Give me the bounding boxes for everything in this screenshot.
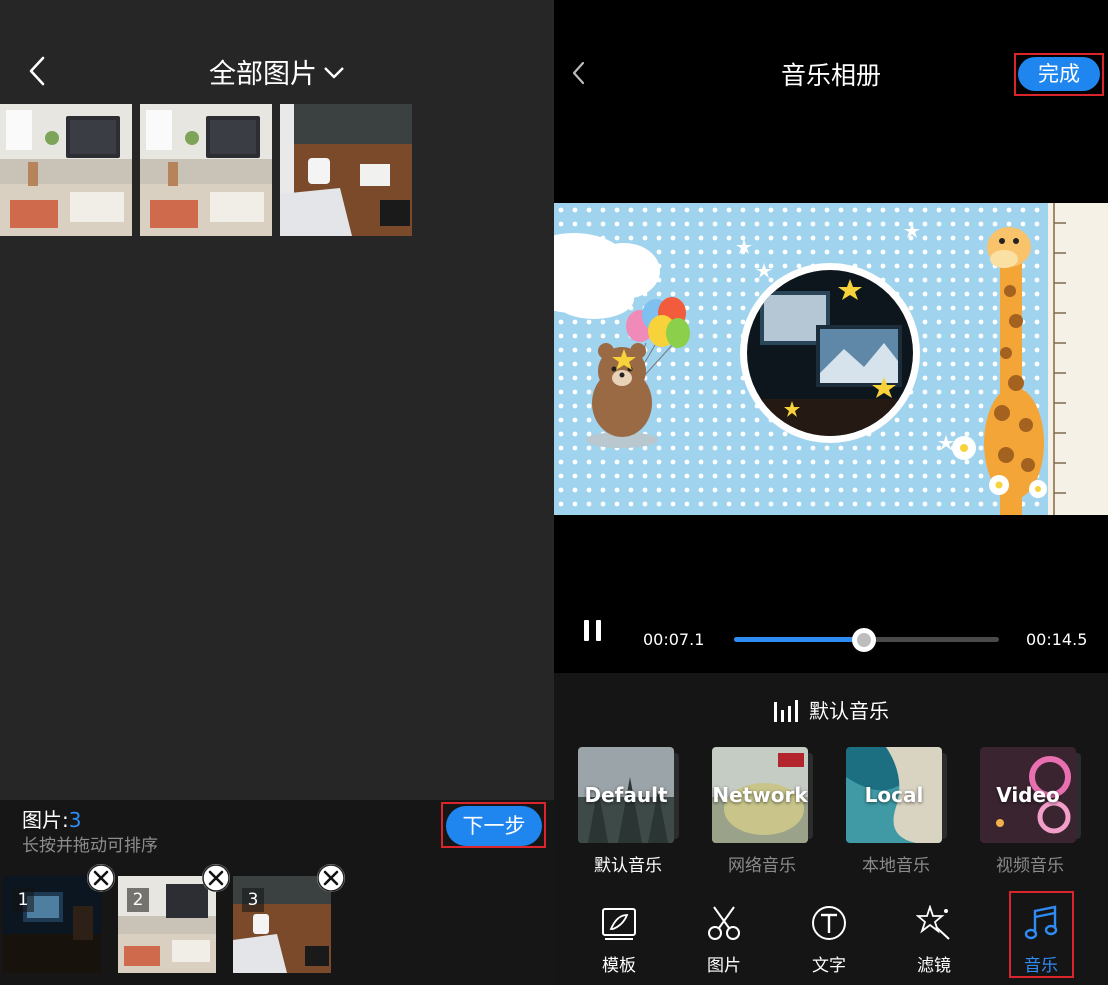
photo-picker-screen: 全部图片 图片:3 长按并拖动可排序 下一步 1 2 3	[0, 0, 554, 985]
music-section-header: 默认音乐	[554, 695, 1108, 724]
count-value: 3	[68, 808, 82, 832]
album-title: 全部图片	[209, 59, 317, 90]
scissors-icon	[708, 906, 740, 940]
selected-index-1: 1	[12, 888, 34, 912]
remove-photo-3-button[interactable]	[317, 864, 345, 892]
pause-icon[interactable]	[582, 618, 604, 644]
count-label: 图片:	[22, 808, 69, 832]
remove-photo-2-button[interactable]	[202, 864, 230, 892]
music-card-network[interactable]: Network	[712, 747, 808, 843]
photo-thumbnail-desk-coffee[interactable]	[280, 104, 412, 236]
toolbar-template-button[interactable]: 模板	[584, 905, 654, 976]
card-label: Default	[584, 783, 668, 807]
photo-thumbnail-desk-laptop-copy[interactable]	[140, 104, 272, 236]
text-icon	[812, 906, 846, 940]
album-preview[interactable]	[554, 203, 1108, 515]
toolbar-text-button[interactable]: 文字	[794, 905, 864, 976]
music-section-title: 默认音乐	[809, 699, 889, 723]
toolbar-image-button[interactable]: 图片	[689, 905, 759, 976]
music-card-local[interactable]: Local	[846, 747, 942, 843]
magic-wand-icon	[916, 905, 950, 940]
chevron-down-icon	[324, 66, 344, 78]
progress-knob[interactable]	[851, 628, 876, 652]
toolbar-label: 文字	[812, 956, 846, 976]
audio-bars-icon	[774, 699, 798, 722]
toolbar-label: 滤镜	[917, 956, 951, 976]
music-card-video[interactable]: Video	[980, 747, 1076, 843]
selected-index-2: 2	[127, 888, 149, 912]
toolbar-label: 图片	[707, 956, 741, 976]
card-label: Video	[996, 783, 1060, 807]
card-caption-local: 本地音乐	[862, 856, 930, 876]
selected-index-3: 3	[242, 888, 264, 912]
photo-thumbnail-desk-laptop[interactable]	[0, 104, 132, 236]
card-label: Local	[864, 783, 924, 807]
music-card-default[interactable]: Default	[578, 747, 674, 843]
music-album-screen: 音乐相册 完成 00:07.1 00:14.5 默认音乐 Default 默认音…	[554, 0, 1108, 985]
reorder-hint: 长按并拖动可排序	[22, 836, 158, 856]
toolbar-filter-button[interactable]: 滤镜	[899, 905, 969, 976]
total-time: 00:14.5	[1026, 630, 1088, 649]
card-caption-default: 默认音乐	[594, 856, 662, 876]
highlight-box	[441, 802, 546, 848]
close-icon	[202, 864, 230, 892]
selected-count: 图片:3	[22, 804, 81, 833]
close-icon	[317, 864, 345, 892]
template-icon	[602, 908, 636, 940]
highlight-box	[1009, 891, 1074, 978]
card-caption-video: 视频音乐	[996, 856, 1064, 876]
highlight-box	[1014, 53, 1104, 96]
progress-fill	[734, 637, 864, 642]
current-time: 00:07.1	[643, 630, 705, 649]
card-caption-network: 网络音乐	[728, 856, 796, 876]
toolbar-label: 模板	[602, 956, 636, 976]
card-label: Network	[712, 783, 808, 807]
remove-photo-1-button[interactable]	[87, 864, 115, 892]
album-selector[interactable]: 全部图片	[0, 52, 554, 91]
close-icon	[87, 864, 115, 892]
playback-progress-bar[interactable]	[734, 628, 999, 652]
